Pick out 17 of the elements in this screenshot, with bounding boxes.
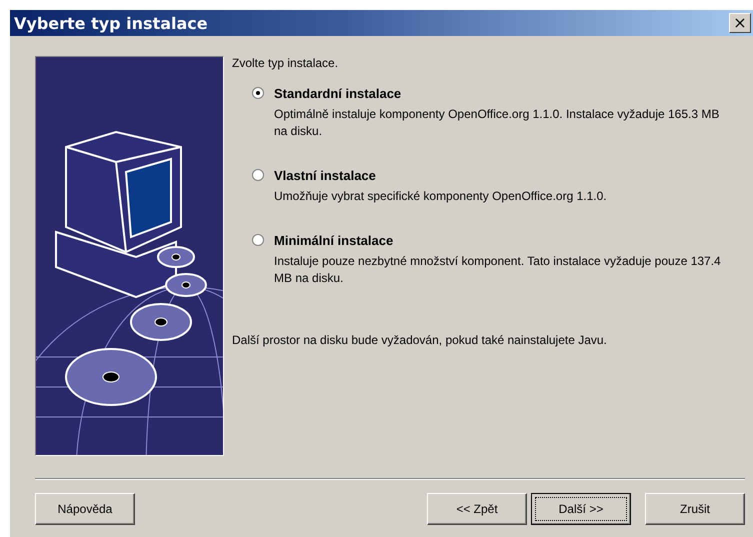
dialog-button[interactable]: Zrušit <box>645 493 745 525</box>
radio-button[interactable] <box>252 169 264 181</box>
option-label[interactable]: Minimální instalace <box>274 233 724 248</box>
radio-button[interactable] <box>252 234 264 246</box>
option-label[interactable]: Standardní instalace <box>274 86 724 101</box>
option-description: Instaluje pouze nezbytné množství komponent. Tato instalace vyžaduje pouze 137.4 MB na disku. <box>274 253 722 287</box>
window-title: Vyberte typ instalace <box>14 14 208 32</box>
option-description: Umožňuje vybrat specifické komponenty OpenOffice.org 1.1.0. <box>274 188 607 205</box>
prompt-text: Zvolte typ instalace. <box>232 56 340 70</box>
close-button[interactable]: × <box>729 13 751 33</box>
dialog-button[interactable]: << Zpět <box>427 493 527 525</box>
dialog-button[interactable]: Další >> <box>531 493 631 525</box>
option-label[interactable]: Vlastní instalace <box>274 168 607 183</box>
disk-space-note: Další prostor na disku bude vyžadován, pokud také nainstalujete Javu. <box>232 333 608 347</box>
help-button[interactable]: Nápověda <box>35 493 135 525</box>
option-description: Optimálně instaluje komponenty OpenOffice.org 1.1.0. Instalace vyžaduje 165.3 MB na disku. <box>274 106 720 140</box>
radio-button[interactable] <box>252 87 264 99</box>
